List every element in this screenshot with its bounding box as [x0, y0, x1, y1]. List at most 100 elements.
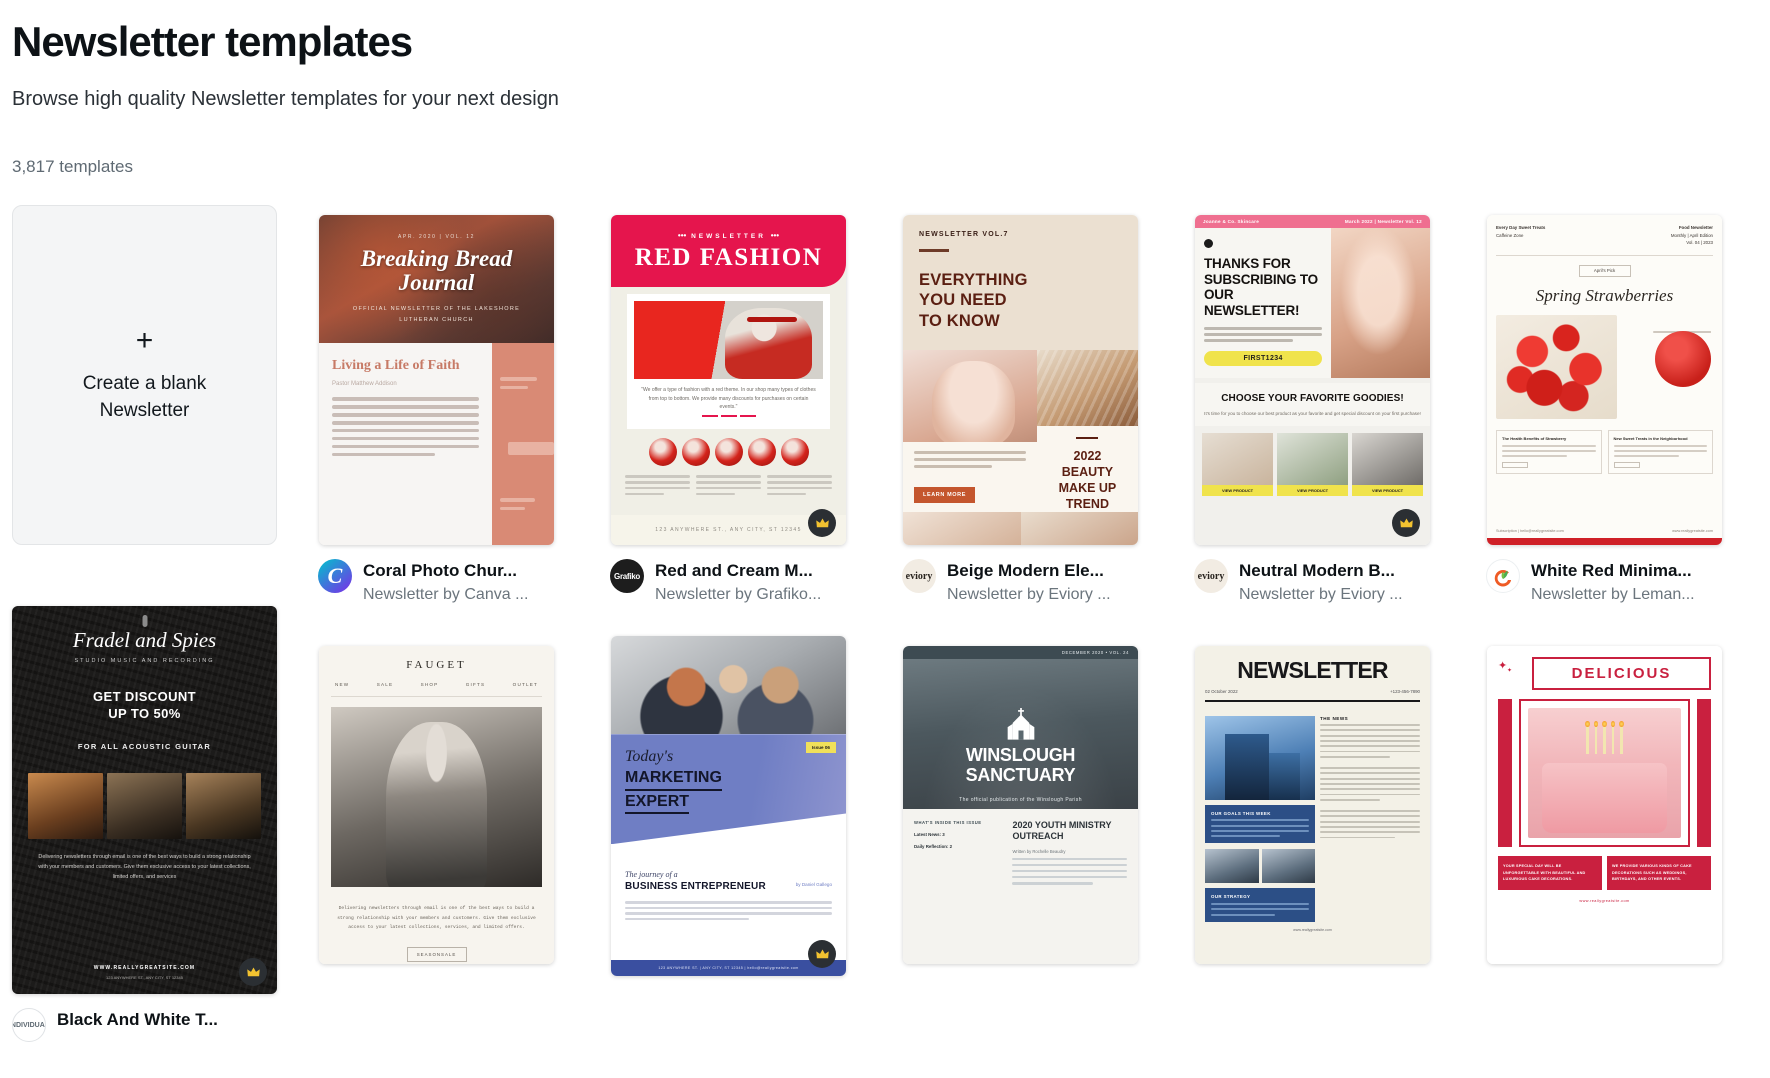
- me-section: The journey of a BUSINESS ENTREPRENEUR b…: [611, 844, 846, 921]
- nl-news-heading: THE NEWS: [1320, 715, 1349, 721]
- rf-kicker: ••• NEWSLETTER •••: [677, 230, 780, 240]
- bb-title-line1: Breaking Bread: [360, 245, 513, 271]
- me-byline: by Daniel Gallego: [795, 882, 832, 888]
- bb-heading: Living a Life of Faith: [332, 358, 460, 374]
- nm-heading-3: OUR NEWSLETTER!: [1204, 287, 1300, 318]
- template-author[interactable]: Newsletter by Eviory ...: [947, 585, 1111, 606]
- nm-product[interactable]: VIEW PRODUCT: [1277, 433, 1348, 497]
- nl-header: NEWSLETTER 02 October 2022 +123-456-7890: [1195, 646, 1430, 709]
- template-meta[interactable]: eviory Neutral Modern B... Newsletter by…: [1180, 559, 1472, 606]
- create-blank-newsletter-button[interactable]: + Create a blank Newsletter: [12, 205, 277, 546]
- fs-discount-1: GET DISCOUNT: [92, 689, 197, 705]
- template-title[interactable]: Red and Cream M...: [655, 560, 821, 582]
- bm-left: LEARN MORE: [903, 349, 1037, 513]
- template-meta-text: Red and Cream M... Newsletter by Grafiko…: [655, 559, 821, 606]
- wr-pick-badge: April's Pick: [1578, 264, 1631, 277]
- ws-written-by: Written by Rochelle Beaudry: [1012, 848, 1066, 854]
- template-title[interactable]: Coral Photo Chur...: [363, 560, 528, 582]
- template-thumbnail-wrap[interactable]: APR. 2020 | VOL. 12 Breaking Bread Journ…: [304, 205, 569, 546]
- wr-read-more-button[interactable]: [1502, 461, 1528, 468]
- template-thumbnail-wrap[interactable]: DECEMBER 2020 • VOL. 24 WINSLOUGH SANCTU…: [888, 646, 1153, 986]
- template-meta[interactable]: C Coral Photo Chur... Newsletter by Canv…: [304, 559, 596, 606]
- template-preview-neutral-modern[interactable]: Joanne & Co. Skincare March 2022 | Newsl…: [1195, 215, 1430, 546]
- fg-nav-item[interactable]: SALE: [377, 682, 394, 687]
- template-preview-marketing-expert[interactable]: Issue 06 Today's MARKETING EXPERT Rufus …: [611, 636, 846, 977]
- nm-view-product-button[interactable]: VIEW PRODUCT: [1202, 485, 1273, 497]
- template-thumbnail-wrap[interactable]: Issue 06 Today's MARKETING EXPERT Rufus …: [596, 636, 861, 977]
- bm-trend-2: BEAUTY: [1061, 465, 1114, 480]
- nm-body-text: [1204, 327, 1323, 342]
- template-meta[interactable]: White Red Minima... Newsletter by Leman.…: [1472, 559, 1764, 606]
- template-meta[interactable]: eviory Beige Modern Ele... Newsletter by…: [888, 559, 1180, 606]
- template-preview-black-and-white[interactable]: Fradel and Spies STUDIO MUSIC AND RECORD…: [12, 606, 277, 995]
- dl-url: www.reallygreatsite.com: [1579, 898, 1630, 903]
- template-preview-beige-modern[interactable]: NEWSLETTER VOL.7 EVERYTHING YOU NEED TO …: [903, 215, 1138, 546]
- fg-nav-item[interactable]: SHOP: [421, 682, 439, 687]
- template-author[interactable]: Newsletter by Eviory ...: [1239, 585, 1403, 606]
- fg-nav-item[interactable]: GIFTS: [466, 682, 486, 687]
- template-title[interactable]: Beige Modern Ele...: [947, 560, 1111, 582]
- nm-section-heading: CHOOSE YOUR FAVORITE GOODIES!: [1221, 392, 1404, 404]
- ws-side-line-1: Latest News: 3: [914, 832, 945, 838]
- individual-logo-icon: INDIVIDUAL: [12, 1008, 46, 1043]
- template-thumbnail-wrap[interactable]: NEWSLETTER 02 October 2022 +123-456-7890: [1180, 646, 1445, 986]
- template-preview-white-red-minimalist[interactable]: Every Day Sweet Treats Caffeine Zone Foo…: [1487, 215, 1722, 546]
- template-thumbnail-wrap[interactable]: Fradel and Spies STUDIO MUSIC AND RECORD…: [12, 606, 277, 995]
- nm-coupon-code[interactable]: FIRST1234: [1204, 350, 1323, 366]
- template-preview-coral-photo-church[interactable]: APR. 2020 | VOL. 12 Breaking Bread Journ…: [319, 215, 554, 546]
- template-preview-fauget[interactable]: FAUGET NEW SALE SHOP GIFTS OUTLET Delive…: [319, 646, 554, 965]
- bm-root: NEWSLETTER VOL.7 EVERYTHING YOU NEED TO …: [903, 215, 1138, 546]
- wr-read-more-button[interactable]: [1613, 461, 1640, 468]
- nm-product[interactable]: VIEW PRODUCT: [1202, 433, 1273, 497]
- template-author[interactable]: Newsletter by Canva ...: [363, 585, 528, 606]
- nl-left-column: OUR GOALS THIS WEEK OUR STRATEGY: [1205, 715, 1315, 922]
- wr-box-title: New Sweet Treats in the Neighborhood: [1613, 435, 1688, 441]
- bm-heading-3: TO KNOW: [919, 312, 1000, 331]
- nm-product-photo: [1202, 433, 1273, 486]
- template-meta-text: Black And White T...: [57, 1008, 218, 1031]
- wr-foot-left: Subscription | hello@reallygreatsite.com: [1496, 529, 1564, 534]
- fs-url: WWW.REALLYGREATSITE.COM: [93, 965, 196, 972]
- template-preview-delicious[interactable]: ✦ ✦ DELICIOUS YOUR SPECIAL DAY WILL BE U…: [1487, 646, 1722, 965]
- template-thumbnail-wrap[interactable]: Joanne & Co. Skincare March 2022 | Newsl…: [1180, 205, 1445, 546]
- template-author[interactable]: Newsletter by Leman...: [1531, 585, 1695, 606]
- fs-photos: [28, 772, 261, 839]
- fg-nav[interactable]: NEW SALE SHOP GIFTS OUTLET: [331, 682, 542, 698]
- template-meta[interactable]: Grafiko Red and Cream M... Newsletter by…: [596, 559, 888, 606]
- bb-kicker: APR. 2020 | VOL. 12: [397, 233, 475, 240]
- fg-nav-item[interactable]: NEW: [335, 682, 349, 687]
- template-preview-newsletter-classic[interactable]: NEWSLETTER 02 October 2022 +123-456-7890: [1195, 646, 1430, 965]
- template-thumbnail-wrap[interactable]: ••• NEWSLETTER ••• RED FASHION "We offer…: [596, 205, 861, 546]
- template-preview-red-and-cream[interactable]: ••• NEWSLETTER ••• RED FASHION "We offer…: [611, 215, 846, 546]
- nm-bar-left: Joanne & Co. Skincare: [1203, 219, 1260, 225]
- template-title[interactable]: Black And White T...: [57, 1009, 218, 1031]
- wr-red-bar: [1487, 538, 1722, 546]
- template-title[interactable]: Neutral Modern B...: [1239, 560, 1403, 582]
- nl-meta: 02 October 2022 +123-456-7890: [1205, 689, 1420, 694]
- template-thumbnail-wrap[interactable]: ✦ ✦ DELICIOUS YOUR SPECIAL DAY WILL BE U…: [1472, 646, 1737, 986]
- grid-cell: NEWSLETTER VOL.7 EVERYTHING YOU NEED TO …: [888, 205, 1180, 606]
- bm-model-photo: [903, 349, 1037, 442]
- template-meta[interactable]: INDIVIDUAL Black And White T...: [12, 1008, 304, 1043]
- nl-phone: +123-456-7890: [1390, 689, 1420, 695]
- template-title[interactable]: White Red Minima...: [1531, 560, 1695, 582]
- template-preview-winslough-sanctuary[interactable]: DECEMBER 2020 • VOL. 24 WINSLOUGH SANCTU…: [903, 646, 1138, 965]
- nm-product[interactable]: VIEW PRODUCT: [1352, 433, 1423, 497]
- nm-view-product-button[interactable]: VIEW PRODUCT: [1352, 485, 1423, 497]
- bm-learn-more-button[interactable]: LEARN MORE: [914, 487, 975, 504]
- template-thumbnail-wrap[interactable]: Every Day Sweet Treats Caffeine Zone Foo…: [1472, 205, 1737, 546]
- fs-discount-2: UP TO 50%: [108, 706, 181, 722]
- me-title-1: MARKETING: [625, 769, 722, 791]
- template-thumbnail-wrap[interactable]: FAUGET NEW SALE SHOP GIFTS OUTLET Delive…: [304, 646, 569, 986]
- nm-product-photo: [1352, 433, 1423, 486]
- fg-sale-button[interactable]: SEASONSALE: [406, 947, 467, 963]
- bb-sidebar: [492, 343, 554, 546]
- nm-view-product-button[interactable]: VIEW PRODUCT: [1277, 485, 1348, 497]
- template-thumbnail-wrap[interactable]: NEWSLETTER VOL.7 EVERYTHING YOU NEED TO …: [888, 205, 1153, 546]
- fg-nav-item[interactable]: OUTLET: [513, 682, 538, 687]
- template-author[interactable]: Newsletter by Grafiko...: [655, 585, 821, 606]
- fg-model-photo: [331, 707, 542, 888]
- nl-photos: [1205, 849, 1315, 884]
- eviory-logo-icon: eviory: [902, 559, 936, 594]
- canva-logo-icon: C: [318, 559, 352, 594]
